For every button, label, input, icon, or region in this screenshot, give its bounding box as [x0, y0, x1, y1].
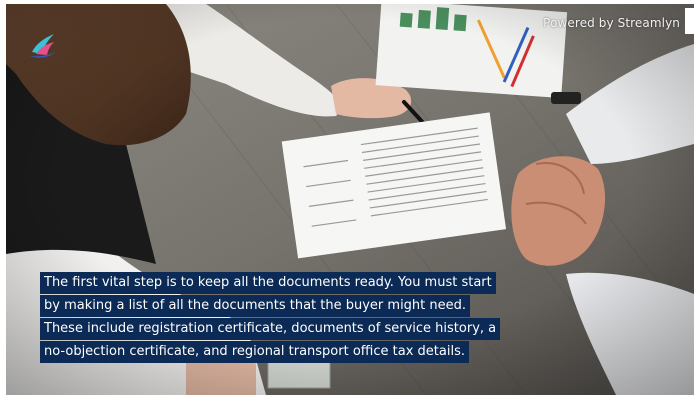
caption-block: The first vital step is to keep all the … — [40, 272, 600, 364]
caption-line: The first vital step is to keep all the … — [40, 272, 496, 294]
powered-by-watermark: Powered by Streamlyn — [543, 16, 680, 30]
caption-line: These include registration certificate, … — [40, 318, 501, 340]
caption-line: by making a list of all the documents th… — [40, 295, 471, 317]
streamlyn-logo-icon — [30, 34, 56, 58]
corner-box — [685, 8, 699, 34]
video-player[interactable]: Powered by Streamlyn The first vital ste… — [6, 4, 694, 395]
screenshot-frame: Powered by Streamlyn The first vital ste… — [0, 0, 699, 399]
caption-line: no-objection certificate, and regional t… — [40, 341, 469, 363]
